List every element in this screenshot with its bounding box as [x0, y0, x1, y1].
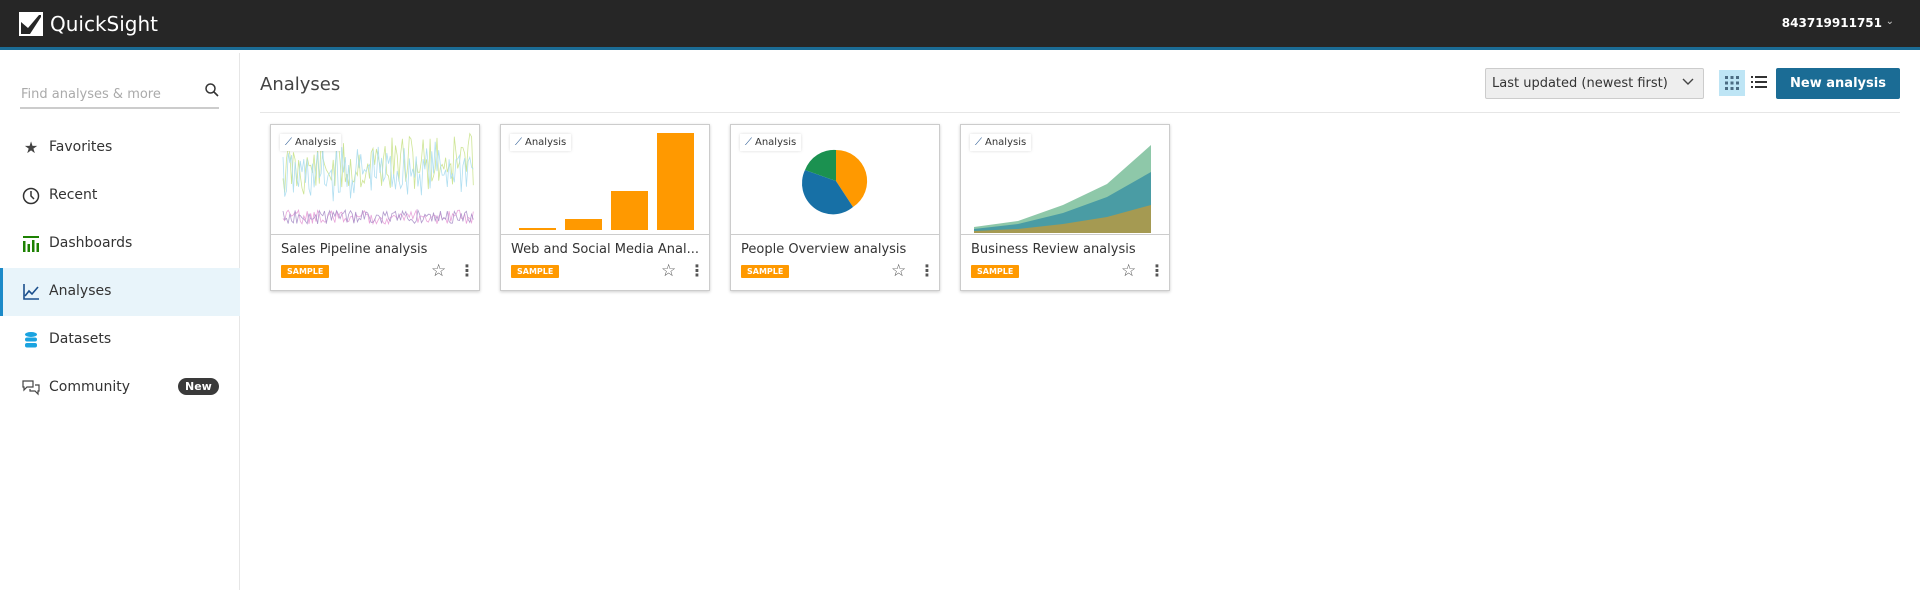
search-placeholder: Find analyses & more	[21, 87, 161, 102]
thumbnail-bar	[611, 191, 648, 230]
database-icon	[22, 331, 40, 349]
brand-name[interactable]: QuickSight	[50, 12, 158, 36]
card-title[interactable]: Business Review analysis	[971, 242, 1166, 257]
analysis-card[interactable]: ⟋ Analysis Web and Social Media Anal... S…	[500, 124, 710, 291]
thumbnail-bar	[565, 219, 602, 230]
line-chart-icon: ⟋	[745, 137, 752, 148]
type-tag: ⟋ Analysis	[280, 134, 342, 151]
favorite-star-icon[interactable]: ☆	[891, 261, 906, 281]
grid-view-button[interactable]	[1719, 70, 1745, 96]
sample-badge: SAMPLE	[741, 265, 790, 278]
type-tag: ⟋ Analysis	[970, 134, 1032, 151]
sidebar-item-analyses[interactable]: Analyses	[0, 268, 240, 316]
star-icon: ★	[23, 138, 39, 157]
grid-icon	[1725, 76, 1739, 90]
type-label: Analysis	[985, 137, 1027, 148]
chat-icon	[22, 379, 40, 397]
sidebar-item-label: Analyses	[49, 283, 112, 299]
thumbnail-bar	[519, 228, 556, 230]
top-bar: QuickSight 843719911751 ⌄	[0, 0, 1920, 50]
favorite-star-icon[interactable]: ☆	[661, 261, 676, 281]
card-title[interactable]: Sales Pipeline analysis	[281, 242, 476, 257]
favorite-star-icon[interactable]: ☆	[1121, 261, 1136, 281]
more-options-icon[interactable]: ⋮	[1149, 261, 1165, 280]
type-label: Analysis	[295, 137, 337, 148]
sidebar-item-community[interactable]: Community New	[0, 364, 240, 412]
list-view-button[interactable]	[1750, 73, 1768, 91]
more-options-icon[interactable]: ⋮	[459, 261, 475, 280]
bar-chart-icon	[22, 235, 40, 253]
thumbnail-line	[282, 208, 474, 226]
new-badge: New	[178, 378, 219, 395]
favorite-star-icon[interactable]: ☆	[431, 261, 446, 281]
analysis-card[interactable]: ⟋ Analysis Sales Pipeline analysis SAMPLE…	[270, 124, 480, 291]
sidebar-item-label: Favorites	[49, 139, 113, 155]
line-chart-icon: ⟋	[285, 137, 292, 148]
sidebar: Find analyses & more ★ Favorites Recent …	[0, 53, 240, 590]
sidebar-item-datasets[interactable]: Datasets	[0, 316, 240, 364]
line-chart-icon: ⟋	[975, 137, 982, 148]
thumbnail-bar	[657, 133, 694, 230]
analysis-card[interactable]: ⟋ Analysis Business Review analysis SAMPL…	[960, 124, 1170, 291]
analysis-thumbnail[interactable]: ⟋ Analysis	[271, 125, 479, 235]
type-label: Analysis	[525, 137, 567, 148]
sort-select[interactable]: Last updated (newest first)	[1485, 68, 1704, 99]
sidebar-item-label: Recent	[49, 187, 98, 203]
clock-icon	[22, 187, 40, 205]
more-options-icon[interactable]: ⋮	[919, 261, 935, 280]
chevron-down-icon[interactable]: ⌄	[1886, 16, 1894, 27]
sample-badge: SAMPLE	[511, 265, 560, 278]
list-icon	[1751, 76, 1767, 88]
sidebar-item-dashboards[interactable]: Dashboards	[0, 220, 240, 268]
account-menu[interactable]: 843719911751	[1782, 16, 1882, 30]
analysis-card[interactable]: ⟋ Analysis People Overview analysis SAMPL…	[730, 124, 940, 291]
sidebar-item-label: Community	[49, 379, 131, 395]
type-tag: ⟋ Analysis	[510, 134, 572, 151]
new-analysis-button[interactable]: New analysis	[1776, 68, 1900, 99]
sidebar-item-recent[interactable]: Recent	[0, 172, 240, 220]
analysis-thumbnail[interactable]: ⟋ Analysis	[731, 125, 939, 235]
chevron-down-icon	[1681, 74, 1695, 92]
type-label: Analysis	[755, 137, 797, 148]
card-title[interactable]: People Overview analysis	[741, 242, 936, 257]
analysis-thumbnail[interactable]: ⟋ Analysis	[501, 125, 709, 235]
quicksight-logo-icon[interactable]	[19, 12, 43, 36]
more-options-icon[interactable]: ⋮	[689, 261, 705, 280]
sample-badge: SAMPLE	[971, 265, 1020, 278]
sidebar-item-label: Dashboards	[49, 235, 133, 251]
type-tag: ⟋ Analysis	[740, 134, 802, 151]
sidebar-item-favorites[interactable]: ★ Favorites	[0, 124, 240, 172]
sort-value: Last updated (newest first)	[1492, 76, 1668, 91]
sample-badge: SAMPLE	[281, 265, 330, 278]
line-chart-icon: ⟋	[515, 137, 522, 148]
analysis-thumbnail[interactable]: ⟋ Analysis	[961, 125, 1169, 235]
search-icon[interactable]	[204, 82, 220, 102]
search-input[interactable]: Find analyses & more	[20, 81, 219, 109]
line-chart-icon	[22, 283, 40, 301]
page-title: Analyses	[260, 74, 341, 95]
card-title[interactable]: Web and Social Media Anal...	[511, 242, 706, 257]
divider	[260, 112, 1900, 113]
sidebar-item-label: Datasets	[49, 331, 112, 347]
